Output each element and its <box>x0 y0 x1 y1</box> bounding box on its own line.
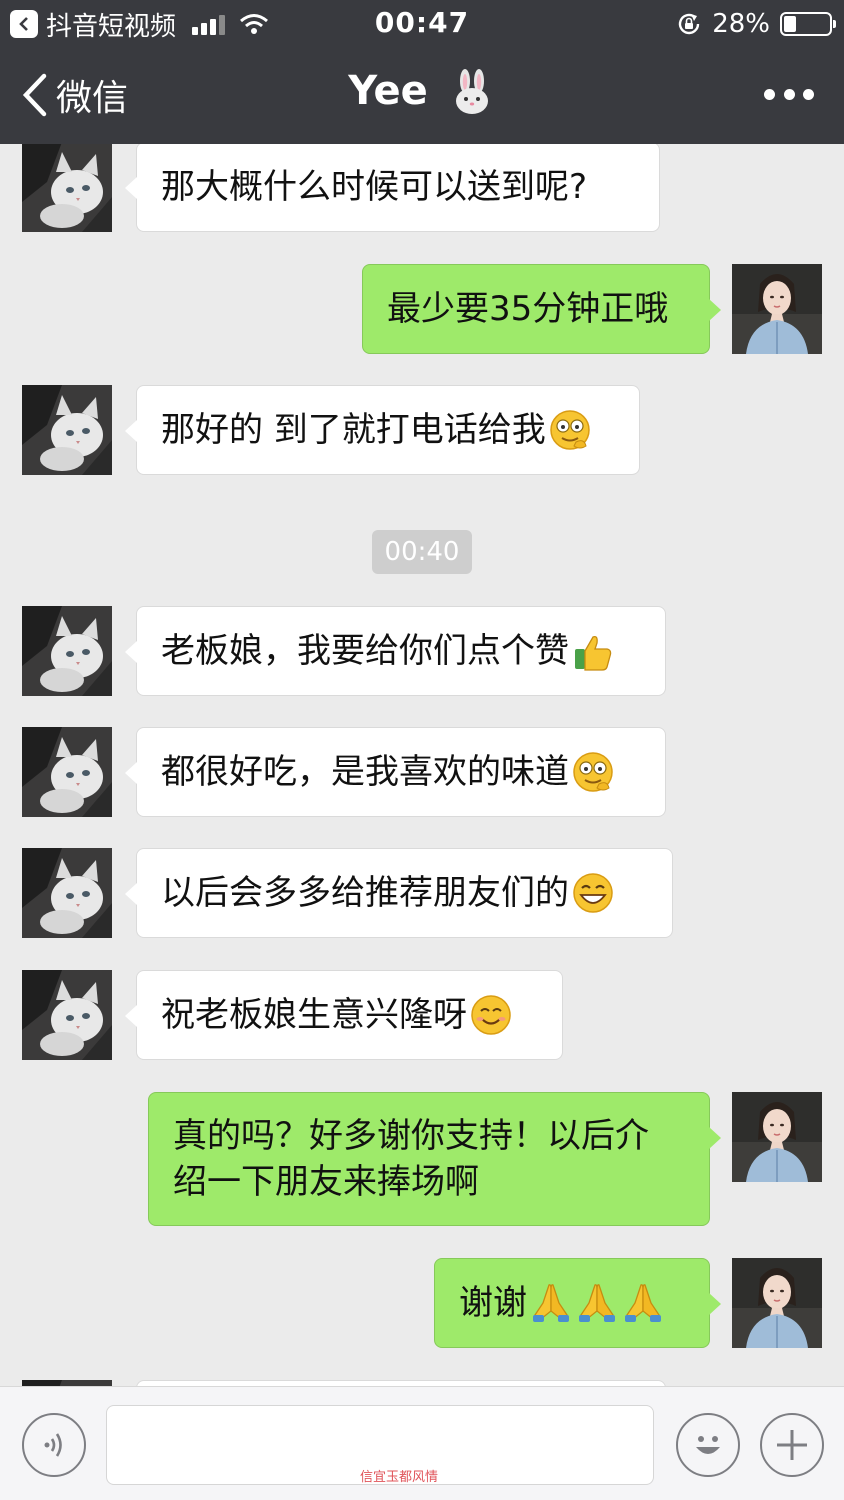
outgoing-message[interactable]: 真的吗？好多谢你支持！以后介 绍一下朋友来捧场啊 <box>148 1092 721 1226</box>
big-smile-emoji-icon <box>571 871 615 915</box>
chat-title-text: Yee <box>348 68 428 114</box>
incoming-message[interactable]: 祝老板娘生意兴隆呀 <box>125 970 563 1060</box>
outgoing-message[interactable]: 最少要35分钟正哦 <box>362 264 721 354</box>
contact-avatar[interactable] <box>22 727 112 817</box>
my-avatar[interactable] <box>732 264 822 354</box>
battery-level <box>784 16 797 32</box>
contact-avatar[interactable] <box>22 606 112 696</box>
message-text: 以后会多多给推荐朋友们的 <box>161 873 569 913</box>
plus-icon <box>777 1430 807 1460</box>
incoming-message[interactable]: 那好的 到了就打电话给我 <box>125 385 640 475</box>
incoming-message[interactable]: 都很好吃，是我喜欢的味道 <box>125 727 666 817</box>
message-text: 老板娘，我要给你们点个赞 <box>161 631 569 671</box>
chevron-left-icon <box>22 73 47 117</box>
status-right: 28% <box>676 8 836 40</box>
contact-avatar[interactable] <box>22 970 112 1060</box>
my-avatar[interactable] <box>732 1092 822 1182</box>
voice-button[interactable] <box>22 1413 86 1477</box>
status-bar: 抖音短视频 00:47 28% <box>0 0 844 46</box>
battery-icon <box>780 12 836 36</box>
watermark: 信宜玉都风情 <box>360 1470 439 1485</box>
nav-bar: 微信 Yee <box>0 46 844 144</box>
back-label[interactable]: 微信 <box>56 69 128 121</box>
contact-avatar[interactable] <box>22 848 112 938</box>
more-functions-button[interactable] <box>760 1413 824 1477</box>
smile-emoji-icon <box>469 993 513 1037</box>
grin-emoji-icon <box>548 408 592 452</box>
incoming-message[interactable]: 那大概什么时候可以送到呢? <box>125 144 660 232</box>
emoji-button[interactable] <box>676 1413 740 1477</box>
pray-emoji-icon <box>575 1281 619 1325</box>
message-text: 那大概什么时候可以送到呢? <box>161 167 588 207</box>
message-text: 最少要35分钟正哦 <box>387 289 669 329</box>
battery-percentage: 28% <box>712 9 770 39</box>
status-left: 抖音短视频 <box>10 6 269 43</box>
rabbit-face-icon <box>455 69 488 114</box>
message-text: 都很好吃，是我喜欢的味道 <box>161 752 569 792</box>
rotation-lock-icon <box>676 11 702 37</box>
incoming-message[interactable]: 以后会多多给推荐朋友们的 <box>125 848 673 938</box>
voice-icon <box>44 1433 62 1457</box>
my-avatar[interactable] <box>732 1258 822 1348</box>
back-to-app-label[interactable]: 抖音短视频 <box>46 6 176 43</box>
message-text-line1: 真的吗？好多谢你支持！以后介 <box>173 1116 649 1156</box>
outgoing-message[interactable]: 谢谢 <box>434 1258 721 1348</box>
timestamp-pill: 00:40 <box>372 530 472 574</box>
cellular-signal-icon <box>192 13 226 35</box>
back-button[interactable]: 微信 <box>20 70 128 120</box>
incoming-message[interactable]: 老板娘，我要给你们点个赞 <box>125 606 666 696</box>
chat-area[interactable]: 那大概什么时候可以送到呢? 最少要35分钟正哦 那好的 到了就打电话给我 00:… <box>0 144 844 1386</box>
wifi-icon <box>239 12 269 36</box>
thumbs-up-emoji-icon <box>571 629 615 673</box>
message-text: 谢谢 <box>459 1283 527 1323</box>
pray-emoji-icon <box>529 1281 573 1325</box>
contact-avatar[interactable] <box>22 144 112 232</box>
contact-avatar[interactable] <box>22 385 112 475</box>
message-text: 那好的 到了就打电话给我 <box>161 410 546 450</box>
back-to-app-icon[interactable] <box>10 10 38 38</box>
message-text: 祝老板娘生意兴隆呀 <box>161 995 467 1035</box>
pray-emoji-icon <box>621 1281 665 1325</box>
message-text-line2: 绍一下朋友来捧场啊 <box>173 1162 479 1202</box>
more-options-icon[interactable] <box>764 82 814 106</box>
grin-emoji-icon <box>571 750 615 794</box>
emoji-face-icon <box>696 1436 720 1454</box>
